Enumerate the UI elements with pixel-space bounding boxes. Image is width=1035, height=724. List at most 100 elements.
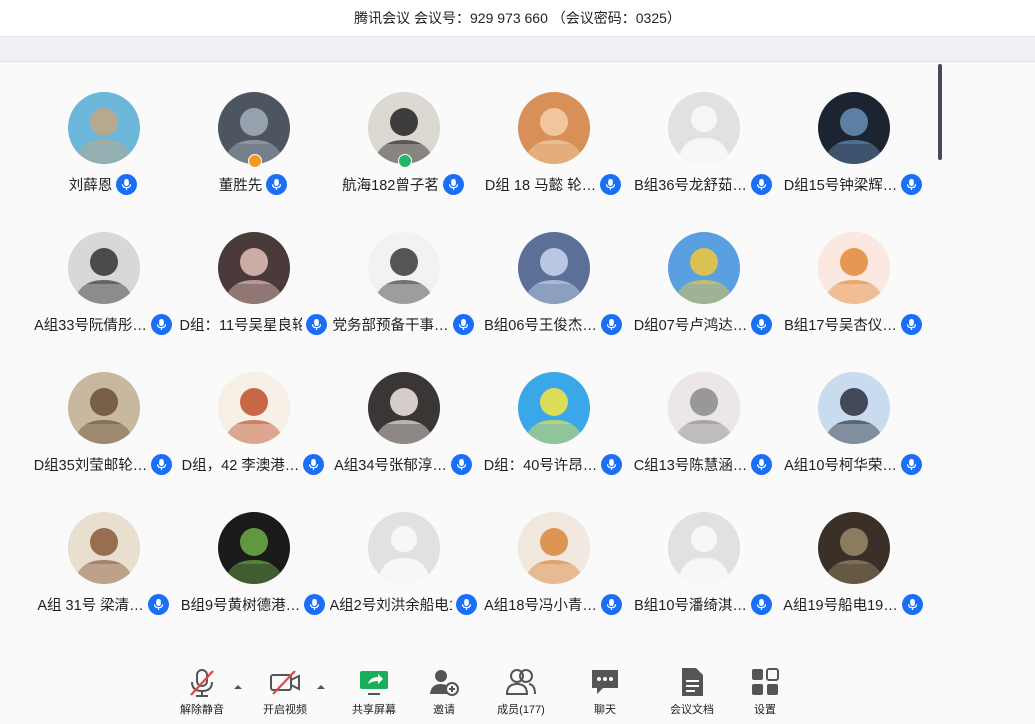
participant-name-row: A组33号阮倩彤… xyxy=(28,313,178,335)
mic-icon xyxy=(266,173,288,195)
toolbar-button-members[interactable]: 成员(177) xyxy=(481,648,561,724)
participant-name: C组13号陈慧涵… xyxy=(633,457,748,474)
toolbar-label: 聊天 xyxy=(594,704,616,716)
participant-tile[interactable]: 党务部预备干事… xyxy=(328,232,478,352)
toolbar-button-share-screen[interactable]: 共享屏幕 xyxy=(334,648,414,724)
participant-name: D组15号钟梁辉… xyxy=(783,177,898,194)
avatar xyxy=(368,512,440,584)
participant-name-row: 刘薛恩 xyxy=(28,173,178,195)
participant-tile[interactable]: A组2号刘洪余船电1… xyxy=(328,512,478,632)
participant-tile[interactable]: 刘薛恩 xyxy=(28,92,178,212)
participant-name-row: A组34号张郁淳… xyxy=(328,453,478,475)
toolbar-button-add-person[interactable]: 邀请 xyxy=(404,648,484,724)
participant-tile[interactable]: D组，42 李澳港… xyxy=(178,372,328,492)
participant-tile[interactable]: A组10号柯华荣… xyxy=(778,372,928,492)
participant-tile[interactable]: B组10号潘绮淇… xyxy=(628,512,778,632)
participant-name: 董胜先 xyxy=(218,177,263,194)
participant-tile[interactable]: D组35刘莹邮轮… xyxy=(28,372,178,492)
participant-name-row: B组36号龙舒茹… xyxy=(628,173,778,195)
participant-tile[interactable]: 航海182曾子茗 xyxy=(328,92,478,212)
toolbar-label: 会议文档 xyxy=(670,704,714,716)
participant-name-row: B组9号黄树德港… xyxy=(178,593,328,615)
toolbar-button-camera-off[interactable]: 开启视频 xyxy=(245,648,325,724)
toolbar-label: 共享屏幕 xyxy=(352,704,396,716)
avatar xyxy=(818,512,890,584)
participant-tile[interactable]: D组：11号吴星良轮… xyxy=(178,232,328,352)
share-screen-icon xyxy=(358,666,390,698)
avatar xyxy=(818,232,890,304)
caret-up-icon[interactable] xyxy=(316,678,326,689)
mic-icon xyxy=(601,453,623,475)
mic-icon xyxy=(150,313,172,335)
avatar xyxy=(668,372,740,444)
participant-tile[interactable]: A组18号冯小青… xyxy=(478,512,628,632)
participant-name-row: A组19号船电19… xyxy=(778,593,928,615)
participant-tile[interactable]: D组：40号许昂… xyxy=(478,372,628,492)
mic-icon xyxy=(750,593,772,615)
participant-name-row: D组 18 马懿 轮… xyxy=(478,173,628,195)
participant-tile[interactable]: 董胜先 xyxy=(178,92,328,212)
participant-tile[interactable]: B组36号龙舒茹… xyxy=(628,92,778,212)
toolbar-button-settings-grid[interactable]: 设置 xyxy=(725,648,805,724)
participant-tile[interactable]: B组06号王俊杰… xyxy=(478,232,628,352)
participant-name: 党务部预备干事… xyxy=(332,317,449,334)
participant-name: D组：40号许昂… xyxy=(483,457,598,474)
participant-tile[interactable]: A组34号张郁淳… xyxy=(328,372,478,492)
participant-tile[interactable]: B组9号黄树德港… xyxy=(178,512,328,632)
participant-tile[interactable]: D组07号卢鸿达… xyxy=(628,232,778,352)
avatar xyxy=(668,92,740,164)
participant-name: B组9号黄树德港… xyxy=(180,597,301,614)
avatar xyxy=(218,232,290,304)
participant-tile[interactable]: D组 18 马懿 轮… xyxy=(478,92,628,212)
participant-tile[interactable]: A组33号阮倩彤… xyxy=(28,232,178,352)
participant-name-row: A组 31号 梁清… xyxy=(28,593,178,615)
toolbar-button-mic-muted[interactable]: 解除静音 xyxy=(162,648,242,724)
participant-name: D组，42 李澳港… xyxy=(181,457,300,474)
toolbar-label: 成员(177) xyxy=(497,704,545,716)
caret-up-icon[interactable] xyxy=(233,678,243,689)
toolbar-label: 解除静音 xyxy=(180,704,224,716)
members-icon xyxy=(505,666,537,698)
mic-icon xyxy=(750,173,772,195)
participant-name-row: D组07号卢鸿达… xyxy=(628,313,778,335)
mic-muted-icon xyxy=(186,666,218,698)
participant-tile[interactable]: A组 31号 梁清… xyxy=(28,512,178,632)
participant-name-row: 董胜先 xyxy=(178,173,328,195)
avatar xyxy=(68,372,140,444)
participant-name-row: D组，42 李澳港… xyxy=(178,453,328,475)
mic-icon xyxy=(116,173,138,195)
participant-name-row: 党务部预备干事… xyxy=(328,313,478,335)
scrollbar-thumb[interactable] xyxy=(938,64,942,160)
mic-icon xyxy=(600,173,622,195)
mic-icon xyxy=(452,313,474,335)
avatar xyxy=(518,232,590,304)
toolbar-button-document[interactable]: 会议文档 xyxy=(652,648,732,724)
participant-name-row: A组10号柯华荣… xyxy=(778,453,928,475)
participant-name: A组33号阮倩彤… xyxy=(34,317,147,334)
participant-name: B组10号潘绮淇… xyxy=(634,597,747,614)
avatar xyxy=(668,232,740,304)
participant-tile[interactable]: B组17号吴杏仪… xyxy=(778,232,928,352)
avatar xyxy=(218,372,290,444)
toolbar-button-chat[interactable]: 聊天 xyxy=(565,648,645,724)
participant-name: A组34号张郁淳… xyxy=(334,457,447,474)
participant-tile[interactable]: A组19号船电19… xyxy=(778,512,928,632)
cohost-badge-green xyxy=(398,154,412,168)
avatar xyxy=(818,92,890,164)
avatar xyxy=(368,372,440,444)
participant-name-row: C组13号陈慧涵… xyxy=(628,453,778,475)
mic-icon xyxy=(600,593,622,615)
participant-name-row: D组：40号许昂… xyxy=(478,453,628,475)
participant-tile[interactable]: D组15号钟梁辉… xyxy=(778,92,928,212)
avatar xyxy=(368,232,440,304)
avatar xyxy=(668,512,740,584)
participant-name: A组 31号 梁清… xyxy=(37,597,144,614)
participant-name: B组06号王俊杰… xyxy=(484,317,597,334)
avatar xyxy=(218,512,290,584)
participant-name-row: 航海182曾子茗 xyxy=(328,173,478,195)
participant-tile[interactable]: C组13号陈慧涵… xyxy=(628,372,778,492)
participant-name: B组36号龙舒茹… xyxy=(634,177,747,194)
avatar xyxy=(518,512,590,584)
avatar xyxy=(68,232,140,304)
participant-grid: 刘薛恩 董胜先 航海182曾子茗 D组 18 马懿 轮… B组36号龙舒茹… D… xyxy=(0,62,940,640)
